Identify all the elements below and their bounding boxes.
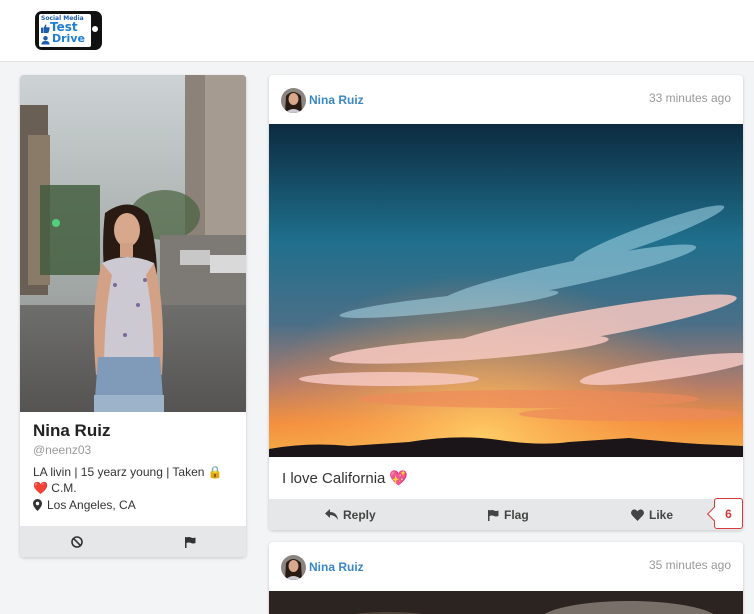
post-timestamp: 35 minutes ago bbox=[648, 558, 731, 572]
post-image[interactable] bbox=[269, 124, 743, 457]
reply-button[interactable]: Reply bbox=[325, 499, 376, 530]
like-label: Like bbox=[649, 507, 674, 522]
reply-icon bbox=[325, 509, 338, 520]
profile-card: Nina Ruiz @neenz03 LA livin | 15 yearz y… bbox=[20, 75, 246, 557]
heart-icon bbox=[631, 508, 644, 521]
post-timestamp: 33 minutes ago bbox=[648, 91, 731, 105]
post-card: Nina Ruiz 35 minutes ago bbox=[269, 542, 743, 614]
map-marker-icon bbox=[33, 499, 42, 511]
profile-bio: LA livin | 15 yearz young | Taken 🔒 ❤️ C… bbox=[33, 464, 238, 496]
profile-handle: @neenz03 bbox=[33, 443, 92, 457]
post-text: I love California 💖 bbox=[282, 469, 409, 488]
post-author-link[interactable]: Nina Ruiz bbox=[309, 560, 364, 574]
flag-icon bbox=[488, 509, 499, 521]
logo-home-dot bbox=[92, 26, 98, 32]
profile-bio-line1: LA livin | 15 yearz young | Taken 🔒 bbox=[33, 465, 223, 479]
flag-user-button[interactable] bbox=[133, 526, 246, 557]
post-text-body: I love California bbox=[282, 469, 386, 487]
profile-location: Los Angeles, CA bbox=[33, 498, 136, 512]
profile-location-text: Los Angeles, CA bbox=[47, 498, 136, 512]
post-image[interactable] bbox=[269, 591, 743, 614]
block-user-button[interactable] bbox=[20, 526, 133, 557]
flag-label: Flag bbox=[504, 507, 529, 522]
post-action-bar: Reply Flag Like bbox=[269, 499, 743, 530]
post-author-link[interactable]: Nina Ruiz bbox=[309, 93, 364, 107]
profile-action-bar bbox=[20, 526, 246, 557]
reply-label: Reply bbox=[343, 507, 376, 522]
flag-icon bbox=[184, 536, 195, 548]
profile-name: Nina Ruiz bbox=[33, 421, 111, 440]
author-avatar[interactable] bbox=[281, 555, 306, 580]
like-button[interactable]: Like bbox=[631, 499, 673, 530]
app-logo[interactable]: Social Media Test Drive bbox=[35, 11, 102, 50]
top-navbar: Social Media Test Drive bbox=[0, 0, 754, 62]
flag-post-button[interactable]: Flag bbox=[487, 499, 529, 530]
author-avatar[interactable] bbox=[281, 88, 306, 113]
thumbs-up-icon bbox=[41, 24, 50, 33]
post-card: Nina Ruiz 33 minutes ago I love Californ… bbox=[269, 75, 743, 530]
user-icon bbox=[41, 35, 50, 45]
like-count-badge: 6 bbox=[714, 498, 743, 529]
block-icon bbox=[70, 535, 83, 548]
logo-text-line3: Drive bbox=[52, 32, 85, 45]
logo-screen: Social Media Test Drive bbox=[39, 14, 91, 47]
profile-bio-line2: ❤️ C.M. bbox=[33, 481, 77, 495]
sparkling-heart-emoji: 💖 bbox=[389, 470, 409, 487]
profile-photo[interactable] bbox=[20, 75, 246, 412]
